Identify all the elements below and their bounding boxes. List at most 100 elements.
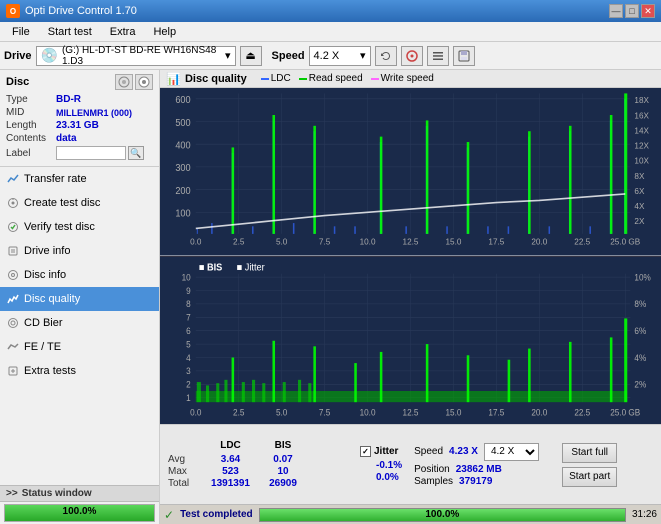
nav-drive-info[interactable]: Drive info (0, 239, 159, 263)
nav-extra-tests[interactable]: Extra tests (0, 359, 159, 383)
svg-text:4%: 4% (634, 352, 646, 362)
disc-button[interactable] (401, 46, 423, 66)
chart-header: 📊 Disc quality LDC Read speed Write spee… (160, 70, 661, 88)
menu-extra[interactable]: Extra (102, 24, 144, 40)
mid-label: MID (6, 107, 56, 118)
sidebar-progress: 100.0% (4, 504, 155, 522)
max-jitter-value: 0.0% (360, 472, 402, 483)
top-chart: 600 500 400 300 200 100 18X 16X 14X 12X … (160, 88, 661, 256)
nav-create-test-disc[interactable]: Create test disc (0, 191, 159, 215)
svg-text:10.0: 10.0 (360, 407, 376, 417)
svg-text:22.5: 22.5 (574, 236, 590, 246)
svg-text:17.5: 17.5 (488, 407, 504, 417)
status-window-toggle[interactable]: >> Status window (0, 485, 159, 502)
contents-value: data (56, 133, 153, 144)
svg-text:2: 2 (186, 379, 191, 389)
disc-panel: Disc Type BD-R MID MILLENMR1 (000) (0, 70, 159, 167)
menu-start-test[interactable]: Start test (40, 24, 100, 40)
label-search-button[interactable]: 🔍 (128, 146, 144, 160)
create-disc-icon (6, 196, 20, 210)
extra-tests-icon (6, 364, 20, 378)
start-part-button[interactable]: Start part (562, 467, 617, 487)
bottom-status-bar: ✓ Test completed 100.0% 31:26 (160, 504, 661, 524)
row-avg-label: Avg (168, 454, 203, 465)
svg-text:4: 4 (186, 352, 191, 362)
bottom-chart: ■ BIS ■ Jitter (160, 256, 661, 425)
drive-select[interactable]: 💿 (G:) HL-DT-ST BD-RE WH16NS48 1.D3 ▾ (36, 46, 236, 66)
chart-header-icon: 📊 (166, 72, 181, 86)
position-label: Position (414, 464, 450, 475)
svg-text:5.0: 5.0 (276, 407, 288, 417)
fe-te-icon (6, 340, 20, 354)
samples-value: 379179 (459, 476, 492, 487)
menu-file[interactable]: File (4, 24, 38, 40)
menu-help[interactable]: Help (145, 24, 184, 40)
svg-text:10.0: 10.0 (360, 236, 376, 246)
ldc-color-swatch (261, 78, 269, 80)
label-input[interactable] (56, 146, 126, 160)
stats-ldc-bis: LDC BIS Avg 3.64 0.07 Max 523 10 Total (168, 440, 348, 489)
svg-text:20.0: 20.0 (531, 236, 547, 246)
refresh-button[interactable] (375, 46, 397, 66)
nav-verify-test-disc[interactable]: Verify test disc (0, 215, 159, 239)
svg-text:10: 10 (182, 272, 191, 282)
app-title: Opti Drive Control 1.70 (25, 5, 137, 17)
sidebar: Disc Type BD-R MID MILLENMR1 (000) (0, 70, 160, 524)
col-header-blank (168, 440, 203, 451)
speed-info-dropdown[interactable]: 4.2 X 2X 4X 6X (484, 443, 539, 461)
jitter-section: ✓ Jitter -0.1% 0.0% (360, 446, 402, 484)
close-button[interactable]: ✕ (641, 4, 655, 18)
nav-disc-info[interactable]: Disc info (0, 263, 159, 287)
toolbar: Drive 💿 (G:) HL-DT-ST BD-RE WH16NS48 1.D… (0, 42, 661, 70)
maximize-button[interactable]: □ (625, 4, 639, 18)
svg-text:25.0 GB: 25.0 GB (610, 407, 640, 417)
charts-container: 600 500 400 300 200 100 18X 16X 14X 12X … (160, 88, 661, 424)
drive-info-icon (6, 244, 20, 258)
speed-position-section: Speed 4.23 X 4.2 X 2X 4X 6X Position 238… (414, 443, 544, 487)
svg-text:2X: 2X (634, 216, 644, 226)
read-speed-color-swatch (299, 78, 307, 80)
svg-text:2.5: 2.5 (233, 236, 245, 246)
svg-text:10X: 10X (634, 155, 649, 165)
avg-ldc-value: 3.64 (203, 454, 258, 465)
svg-text:12.5: 12.5 (403, 236, 419, 246)
svg-text:7: 7 (186, 312, 191, 322)
action-buttons: Start full Start part (562, 443, 617, 487)
avg-jitter-value: -0.1% (360, 460, 402, 471)
jitter-checkbox[interactable]: ✓ (360, 446, 371, 457)
chevron-right-icon: >> (6, 488, 18, 499)
cd-bier-icon (6, 316, 20, 330)
disc-btn-1[interactable] (115, 74, 133, 90)
svg-text:12.5: 12.5 (403, 407, 419, 417)
disc-title: Disc (6, 76, 29, 88)
svg-text:8X: 8X (634, 171, 644, 181)
disc-btn-2[interactable] (135, 74, 153, 90)
svg-text:5: 5 (186, 339, 191, 349)
nav-cd-bier[interactable]: CD Bier (0, 311, 159, 335)
avg-bis-value: 0.07 (258, 454, 308, 465)
settings-button[interactable] (427, 46, 449, 66)
svg-text:6%: 6% (634, 325, 646, 335)
nav-fe-te[interactable]: FE / TE (0, 335, 159, 359)
svg-text:9: 9 (186, 285, 191, 295)
svg-text:400: 400 (175, 140, 190, 151)
save-button[interactable] (453, 46, 475, 66)
svg-text:2.5: 2.5 (233, 407, 245, 417)
speed-info-label: Speed (414, 446, 443, 457)
sidebar-progress-label: 100.0% (5, 506, 154, 517)
transfer-rate-icon (6, 172, 20, 186)
app-icon: O (6, 4, 20, 18)
start-full-button[interactable]: Start full (562, 443, 617, 463)
nav-list: Transfer rate Create test disc Verify te… (0, 167, 159, 383)
eject-button[interactable]: ⏏ (240, 46, 262, 66)
chevron-down-icon: ▾ (225, 49, 231, 62)
nav-transfer-rate[interactable]: Transfer rate (0, 167, 159, 191)
svg-text:■ BIS: ■ BIS (199, 262, 223, 273)
svg-text:3: 3 (186, 365, 191, 375)
speed-select[interactable]: 4.2 X ▾ (309, 46, 371, 66)
right-panel: 📊 Disc quality LDC Read speed Write spee… (160, 70, 661, 524)
svg-text:4X: 4X (634, 201, 644, 211)
max-ldc-value: 523 (203, 466, 258, 477)
nav-disc-quality[interactable]: Disc quality (0, 287, 159, 311)
minimize-button[interactable]: — (609, 4, 623, 18)
